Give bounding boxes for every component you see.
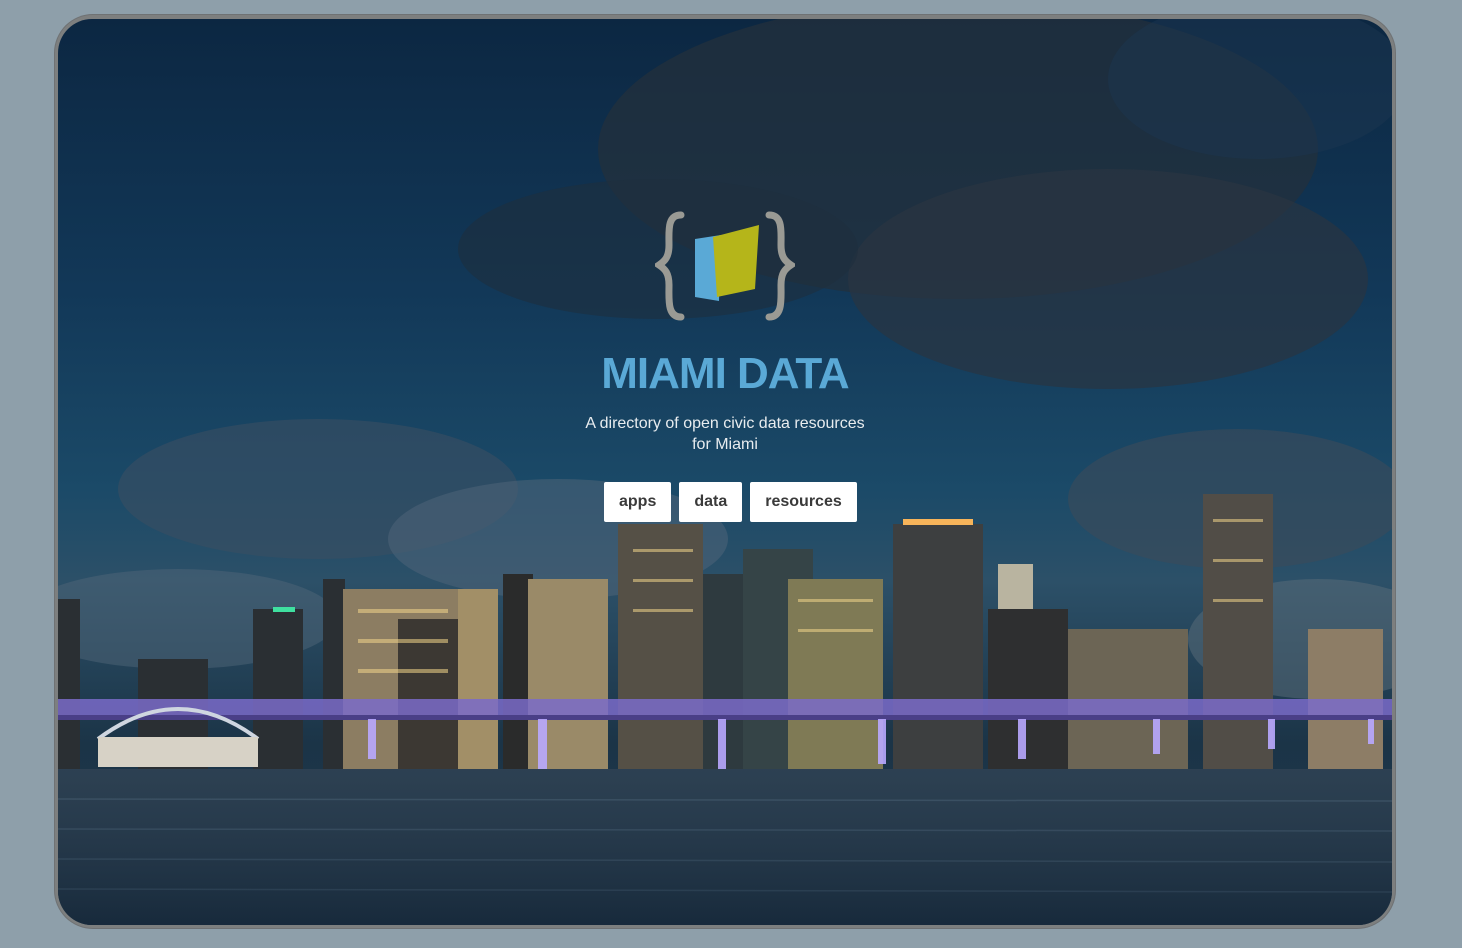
apps-button[interactable]: apps — [604, 482, 672, 522]
data-button[interactable]: data — [679, 482, 743, 522]
page-frame: MIAMI DATA A directory of open civic dat… — [55, 15, 1395, 928]
miami-data-logo — [655, 211, 795, 321]
main-nav: apps data resources — [604, 482, 857, 522]
page-subtitle: A directory of open civic data resources… — [585, 415, 865, 453]
page-title: MIAMI DATA — [601, 349, 849, 398]
skyline-photo — [58, 19, 1392, 925]
hero-background: MIAMI DATA A directory of open civic dat… — [58, 19, 1392, 925]
resources-button[interactable]: resources — [750, 482, 857, 522]
